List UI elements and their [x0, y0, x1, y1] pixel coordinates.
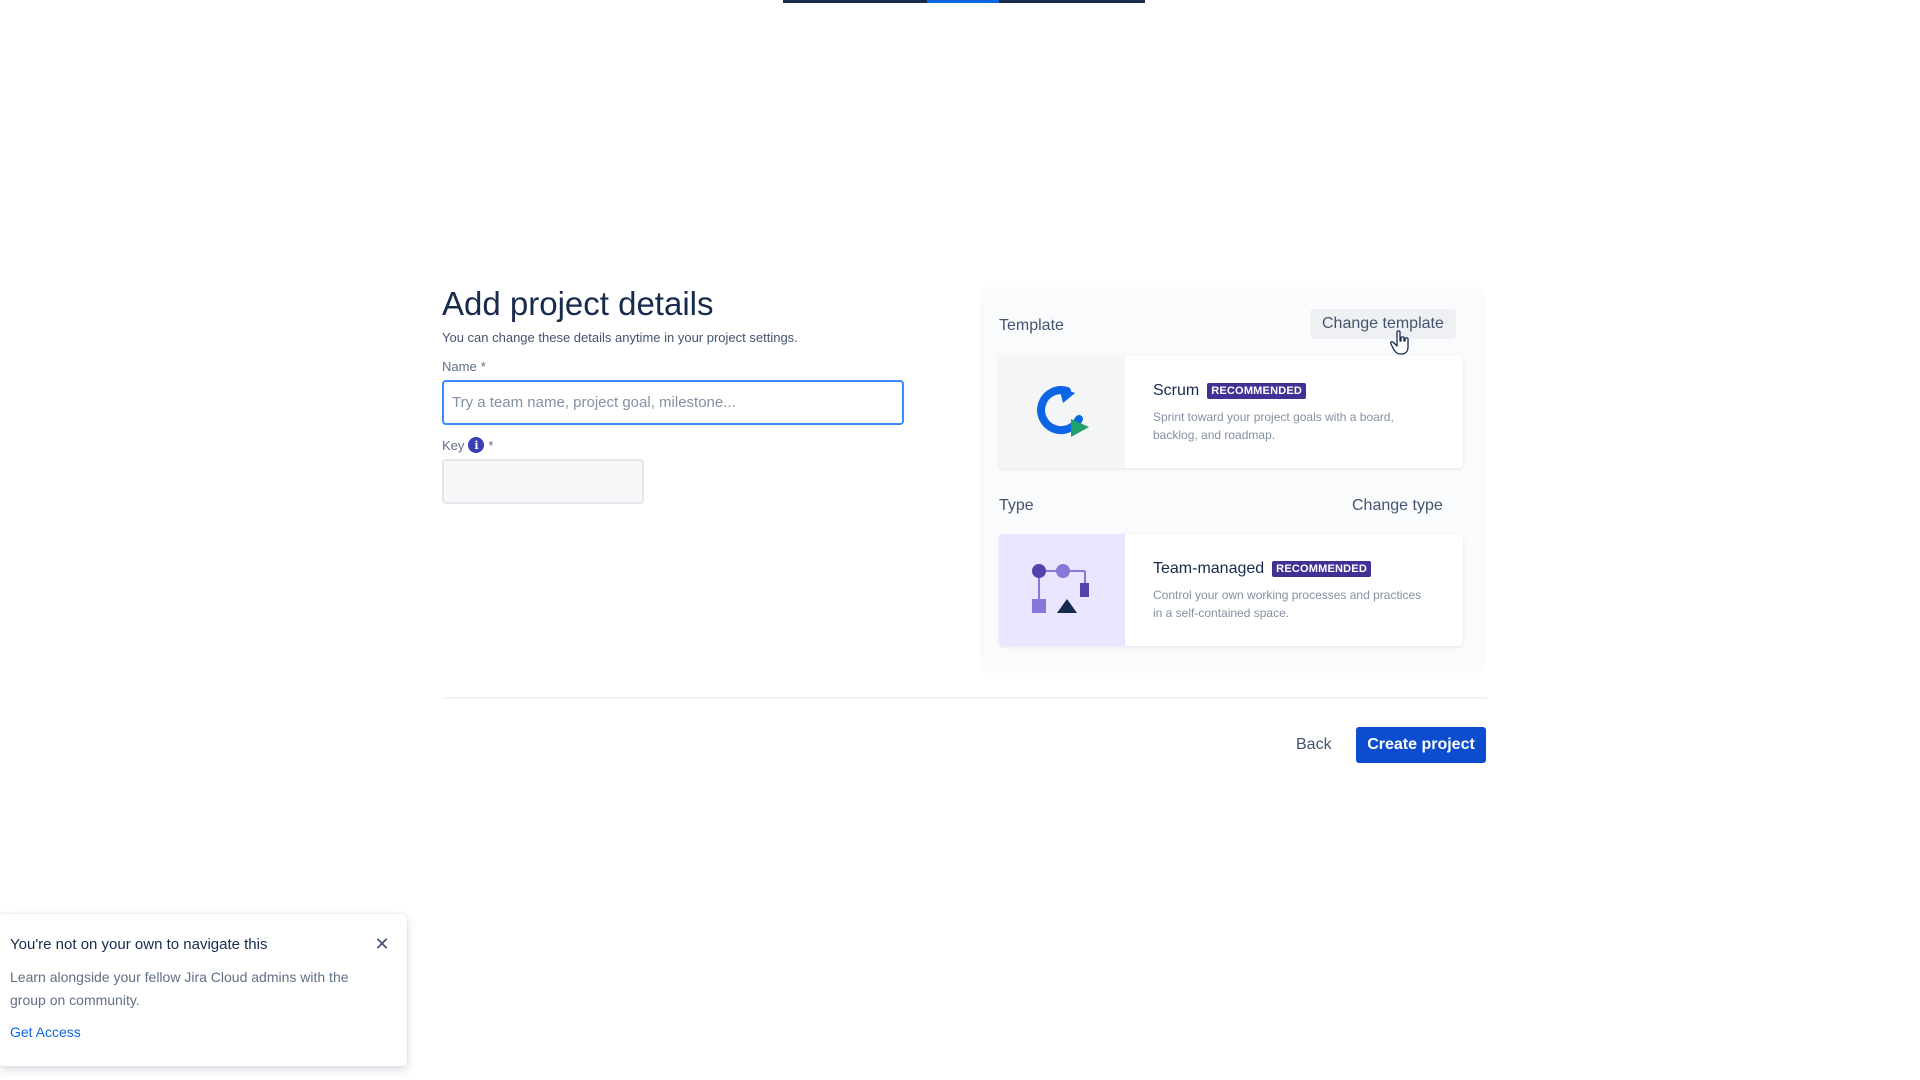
key-label-text: Key — [442, 437, 465, 453]
change-template-button[interactable]: Change template — [1310, 309, 1456, 339]
close-icon[interactable]: ✕ — [370, 932, 394, 956]
info-icon[interactable]: i — [468, 437, 485, 453]
hand-cursor-icon — [1390, 330, 1409, 355]
team-managed-icon-container — [999, 534, 1125, 646]
scrum-cycle-icon — [1037, 386, 1089, 437]
progress-indicator — [927, 0, 999, 3]
back-button[interactable]: Back — [1284, 727, 1344, 763]
team-managed-title-row: Team-managed RECOMMENDED — [1153, 560, 1445, 578]
footer-divider — [443, 697, 1487, 699]
scrum-card-title: Scrum — [1153, 382, 1200, 399]
flag-body: Learn alongside your fellow Jira Cloud a… — [10, 969, 349, 1008]
team-managed-card-description: Control your own working processes and p… — [1153, 588, 1422, 620]
name-required-marker: * — [480, 359, 486, 374]
create-project-button[interactable]: Create project — [1356, 727, 1486, 763]
page-title: Add project details — [442, 285, 714, 322]
get-access-link[interactable]: Get Access — [10, 1024, 81, 1040]
flag-title: You're not on your own to navigate this — [10, 936, 268, 953]
key-required-marker: * — [488, 437, 494, 453]
name-input[interactable] — [442, 380, 904, 425]
progress-track — [783, 0, 1145, 3]
scrum-title-row: Scrum RECOMMENDED — [1153, 382, 1445, 400]
template-card-scrum[interactable]: Scrum RECOMMENDED Sprint toward your pro… — [999, 356, 1463, 468]
community-flag: You're not on your own to navigate this … — [0, 914, 407, 1066]
team-managed-card-body: Team-managed RECOMMENDED Control your ow… — [1125, 534, 1463, 646]
type-card-team-managed[interactable]: Team-managed RECOMMENDED Control your ow… — [999, 534, 1463, 646]
team-managed-icon — [1032, 564, 1089, 613]
type-section-label: Type — [999, 497, 1034, 514]
key-input[interactable] — [442, 459, 644, 504]
project-details-form: Add project details You can change these… — [442, 282, 912, 504]
scrum-card-body: Scrum RECOMMENDED Sprint toward your pro… — [1125, 356, 1463, 468]
scrum-icon-container — [999, 356, 1125, 468]
change-type-button[interactable]: Change type — [1340, 491, 1455, 521]
team-managed-card-title: Team-managed — [1153, 560, 1265, 577]
scrum-card-description: Sprint toward your project goals with a … — [1153, 410, 1394, 442]
recommended-badge: RECOMMENDED — [1272, 561, 1371, 577]
name-field-label: Name * — [442, 359, 912, 374]
name-label-text: Name — [442, 359, 477, 374]
key-field-label: Key i * — [442, 437, 912, 453]
page-subtitle: You can change these details anytime in … — [442, 330, 798, 345]
recommended-badge: RECOMMENDED — [1207, 383, 1307, 399]
template-section-label: Template — [999, 317, 1064, 334]
